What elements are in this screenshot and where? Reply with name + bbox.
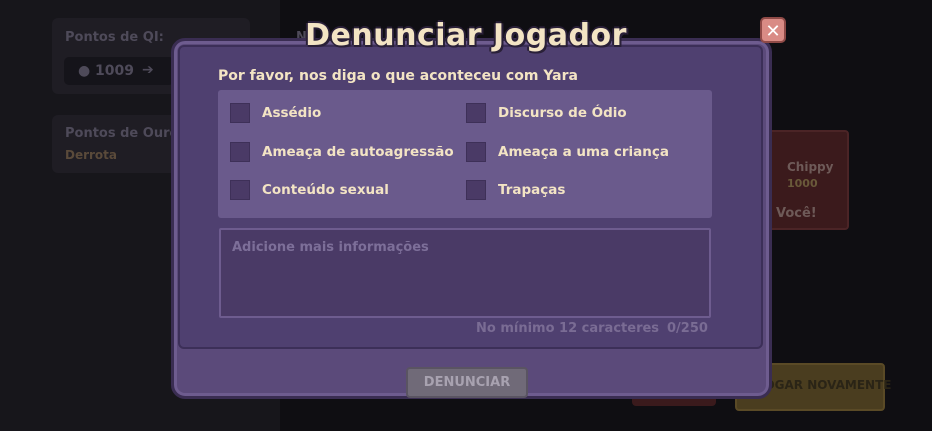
- option-hate-speech[interactable]: Discurso de Ódio: [466, 101, 627, 125]
- option-harassment[interactable]: Assédio: [230, 101, 321, 125]
- option-label: Discurso de Ódio: [498, 105, 627, 121]
- option-label: Conteúdo sexual: [262, 182, 389, 198]
- bulb-icon: ●: [78, 63, 91, 79]
- result-label: Derrota: [65, 148, 118, 162]
- submit-report-button[interactable]: DENUNCIAR: [406, 367, 528, 398]
- details-textarea[interactable]: [219, 228, 711, 318]
- option-label: Ameaça a uma criança: [498, 144, 670, 160]
- player-score: 1000: [787, 177, 818, 190]
- checkbox-child-threat[interactable]: [466, 142, 486, 162]
- checkbox-hate-speech[interactable]: [466, 103, 486, 123]
- option-label: Trapaças: [498, 182, 566, 198]
- char-counter: 0/250: [667, 321, 708, 336]
- checkbox-harassment[interactable]: [230, 103, 250, 123]
- player-name: Chippy: [787, 160, 834, 174]
- min-chars-hint: No mínimo 12 caracteres: [476, 321, 660, 336]
- modal-title: Denunciar Jogador: [305, 18, 627, 53]
- report-prompt: Por favor, nos diga o que aconteceu com …: [218, 68, 578, 84]
- arrow-right-icon: ➔: [142, 62, 154, 78]
- checkbox-sexual-content[interactable]: [230, 180, 250, 200]
- option-label: Assédio: [262, 105, 322, 121]
- option-child-threat[interactable]: Ameaça a uma criança: [466, 140, 669, 164]
- play-again-label: JOGAR NOVAMENTE: [760, 378, 892, 392]
- option-cheating[interactable]: Trapaças: [466, 178, 565, 202]
- option-sexual-content[interactable]: Conteúdo sexual: [230, 178, 389, 202]
- option-self-harm[interactable]: Ameaça de autoagressão: [230, 140, 454, 164]
- option-label: Ameaça de autoagressão: [262, 144, 454, 160]
- close-icon: ✕: [765, 21, 781, 42]
- player-you-label: Você!: [776, 206, 817, 221]
- checkbox-cheating[interactable]: [466, 180, 486, 200]
- close-button[interactable]: ✕: [760, 17, 786, 43]
- checkbox-self-harm[interactable]: [230, 142, 250, 162]
- iq-points-value: 1009: [95, 63, 134, 79]
- gold-points-label: Pontos de Ouro: [65, 126, 179, 141]
